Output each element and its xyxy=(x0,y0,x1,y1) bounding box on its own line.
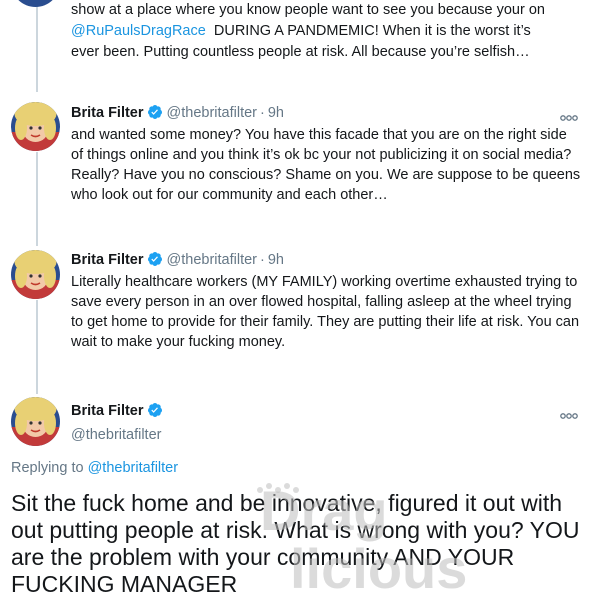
display-name[interactable]: Brita Filter xyxy=(71,403,144,419)
tweet-text-line: show at a place where you know people wa… xyxy=(71,2,545,18)
more-options-icon[interactable] xyxy=(560,407,578,419)
author-block: Brita Filter @thebritafilter xyxy=(71,402,163,444)
thread-line xyxy=(36,0,38,92)
tweet-header: Brita Filter @thebritafilter · 9h xyxy=(71,251,284,272)
timestamp[interactable]: 9h xyxy=(268,252,284,268)
avatar[interactable] xyxy=(11,250,60,299)
tweet-thread: show at a place where you know people wa… xyxy=(0,0,592,600)
display-name[interactable]: Brita Filter xyxy=(71,252,144,268)
verified-badge-icon xyxy=(147,402,163,423)
avatar[interactable] xyxy=(11,102,60,151)
more-options-icon[interactable] xyxy=(560,109,578,121)
tweet-text: Literally healthcare workers (MY FAMILY)… xyxy=(71,274,580,350)
display-name[interactable]: Brita Filter xyxy=(71,105,144,121)
user-handle[interactable]: @thebritafilter xyxy=(71,426,163,444)
tweet-text-line: ever been. Putting countless people at r… xyxy=(71,44,530,60)
verified-badge-icon xyxy=(147,104,163,125)
verified-badge-icon xyxy=(147,251,163,272)
thread-line xyxy=(36,300,38,394)
avatar[interactable] xyxy=(11,397,60,446)
tweet-text-line: @RuPaulsDragRace DURING A PANDMEMIC! Whe… xyxy=(71,21,581,42)
thread-line xyxy=(36,152,38,246)
separator-dot: · xyxy=(260,252,265,268)
avatar[interactable] xyxy=(11,0,60,7)
mention-link[interactable]: @RuPaulsDragRace xyxy=(71,23,206,39)
user-handle[interactable]: @thebritafilter xyxy=(167,105,257,121)
replying-label: Replying to xyxy=(11,460,88,476)
user-handle[interactable]: @thebritafilter xyxy=(167,252,257,268)
display-name-row: Brita Filter xyxy=(71,402,163,423)
tweet-text: show at a place where you know people wa… xyxy=(71,0,581,63)
tweet-header: Brita Filter @thebritafilter · 9h xyxy=(71,104,284,125)
main-tweet-text: Sit the fuck home and be innovative, fig… xyxy=(11,490,580,597)
timestamp[interactable]: 9h xyxy=(268,105,284,121)
replying-handle-link[interactable]: @thebritafilter xyxy=(88,460,178,476)
tweet-text: and wanted some money? You have this fac… xyxy=(71,127,581,203)
tweet-text-segment: DURING A PANDMEMIC! When it is the worst… xyxy=(205,23,531,39)
separator-dot: · xyxy=(260,105,265,121)
replying-to: Replying to @thebritafilter xyxy=(11,460,178,476)
